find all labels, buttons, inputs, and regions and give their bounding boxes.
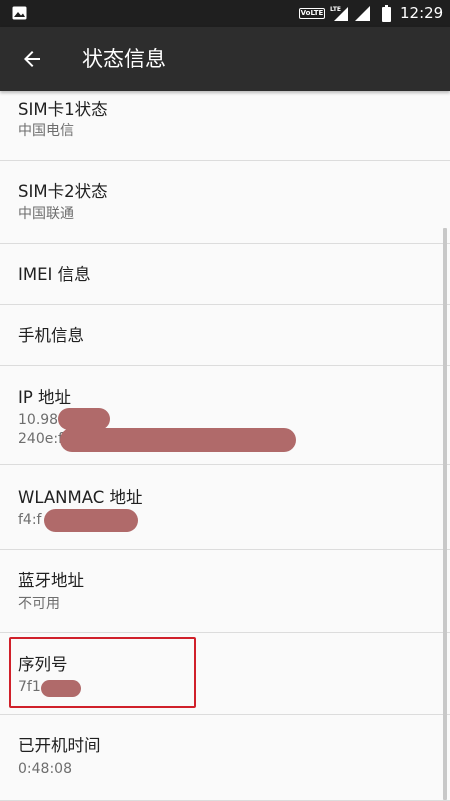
arrow-left-icon[interactable] xyxy=(20,47,44,71)
volte-icon: VoLTE xyxy=(299,8,325,19)
item-summary-line2: 240e:f xyxy=(18,431,63,447)
list-item-wlan-mac[interactable]: WLANMAC 地址 f4:f xyxy=(0,465,450,550)
item-summary: 0:48:08 xyxy=(18,761,72,777)
signal-icon xyxy=(355,6,370,21)
battery-icon xyxy=(382,5,391,22)
list-item-imei[interactable]: IMEI 信息 xyxy=(0,244,450,305)
item-title: SIM卡1状态 xyxy=(18,100,108,119)
item-title: IP 地址 xyxy=(18,388,72,407)
list-item-bluetooth[interactable]: 蓝牙地址 不可用 xyxy=(0,550,450,633)
item-title: WLANMAC 地址 xyxy=(18,488,143,507)
image-icon xyxy=(12,6,27,20)
list-item-phone-info[interactable]: 手机信息 xyxy=(0,305,450,366)
lte-signal-icon: LTE xyxy=(330,6,348,21)
page-title: 状态信息 xyxy=(82,47,166,71)
item-title: 手机信息 xyxy=(18,326,84,345)
list-item-sim2[interactable]: SIM卡2状态 中国联通 xyxy=(0,161,450,244)
redaction-mark xyxy=(44,509,138,532)
item-summary: 中国电信 xyxy=(18,123,74,139)
list-item-uptime[interactable]: 已开机时间 0:48:08 xyxy=(0,715,450,801)
app-bar: 状态信息 xyxy=(0,27,450,91)
item-title: 蓝牙地址 xyxy=(18,571,84,590)
redaction-mark xyxy=(58,408,110,430)
svg-text:LTE: LTE xyxy=(330,6,341,13)
list-item-sim1[interactable]: SIM卡1状态 中国电信 xyxy=(0,91,450,161)
clock: 12:29 xyxy=(400,4,444,22)
status-bar: VoLTE LTE 12:29 xyxy=(0,0,450,27)
serial-number-highlight-box xyxy=(9,637,196,708)
item-title: IMEI 信息 xyxy=(18,265,91,284)
item-summary: 中国联通 xyxy=(18,206,74,222)
item-title: SIM卡2状态 xyxy=(18,182,108,201)
redaction-mark xyxy=(60,428,296,452)
item-summary: f4:f xyxy=(18,512,42,528)
item-summary: 不可用 xyxy=(18,596,60,612)
item-summary: 10.98 xyxy=(18,412,59,428)
scrollbar[interactable] xyxy=(443,228,447,800)
item-title: 已开机时间 xyxy=(18,736,101,755)
